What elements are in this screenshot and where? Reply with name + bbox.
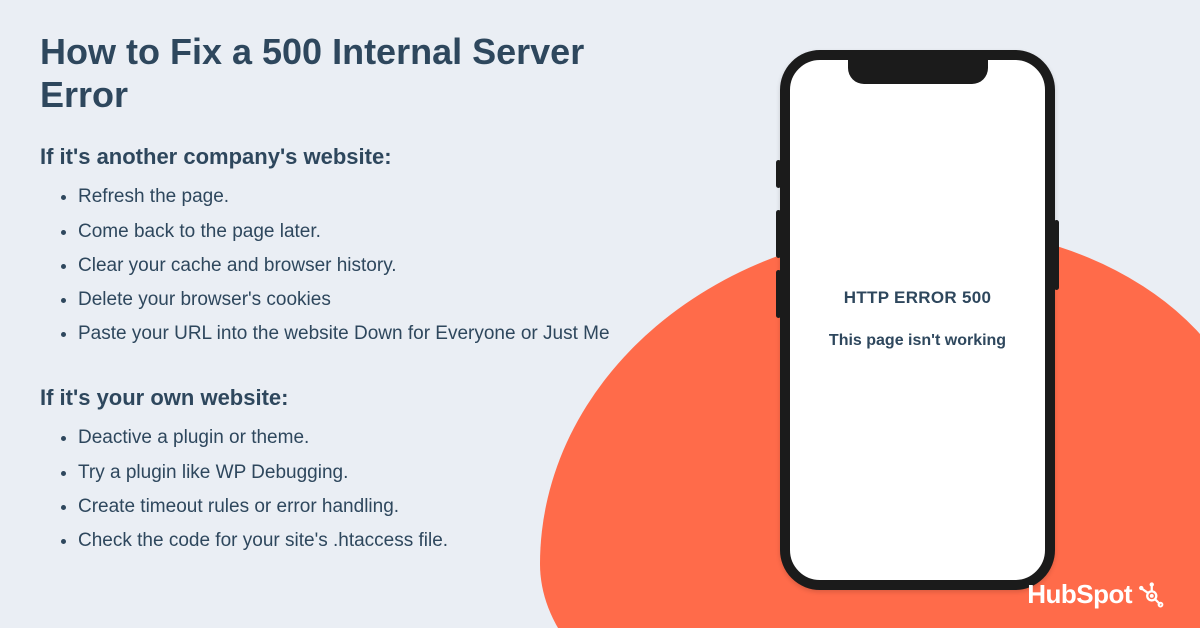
phone-volume-down: [776, 270, 781, 318]
page-title: How to Fix a 500 Internal Server Error: [40, 30, 680, 116]
list-item: Come back to the page later.: [78, 215, 680, 249]
list-item: Clear your cache and browser history.: [78, 249, 680, 283]
error-title: HTTP ERROR 500: [844, 288, 991, 308]
list-item: Paste your URL into the website Down for…: [78, 317, 680, 351]
list-item: Try a plugin like WP Debugging.: [78, 456, 680, 490]
list-item: Refresh the page.: [78, 180, 680, 214]
brand-logo: HubSpot: [1027, 579, 1164, 610]
main-content: How to Fix a 500 Internal Server Error I…: [40, 30, 680, 592]
phone-power-button: [1054, 220, 1059, 290]
list-item: Delete your browser's cookies: [78, 283, 680, 317]
error-subtitle: This page isn't working: [829, 330, 1006, 352]
section-heading-other: If it's another company's website:: [40, 144, 680, 170]
list-item: Create timeout rules or error handling.: [78, 490, 680, 524]
brand-name: HubSpot: [1027, 579, 1132, 610]
steps-list-own: Deactive a plugin or theme. Try a plugin…: [40, 421, 680, 558]
phone-mute-switch: [776, 160, 781, 188]
steps-list-other: Refresh the page. Come back to the page …: [40, 180, 680, 351]
phone-volume-up: [776, 210, 781, 258]
phone-screen: HTTP ERROR 500 This page isn't working: [790, 60, 1045, 580]
sprocket-icon: [1136, 581, 1164, 609]
list-item: Deactive a plugin or theme.: [78, 421, 680, 455]
list-item: Check the code for your site's .htaccess…: [78, 524, 680, 558]
section-heading-own: If it's your own website:: [40, 385, 680, 411]
phone-mockup: HTTP ERROR 500 This page isn't working: [780, 50, 1055, 590]
